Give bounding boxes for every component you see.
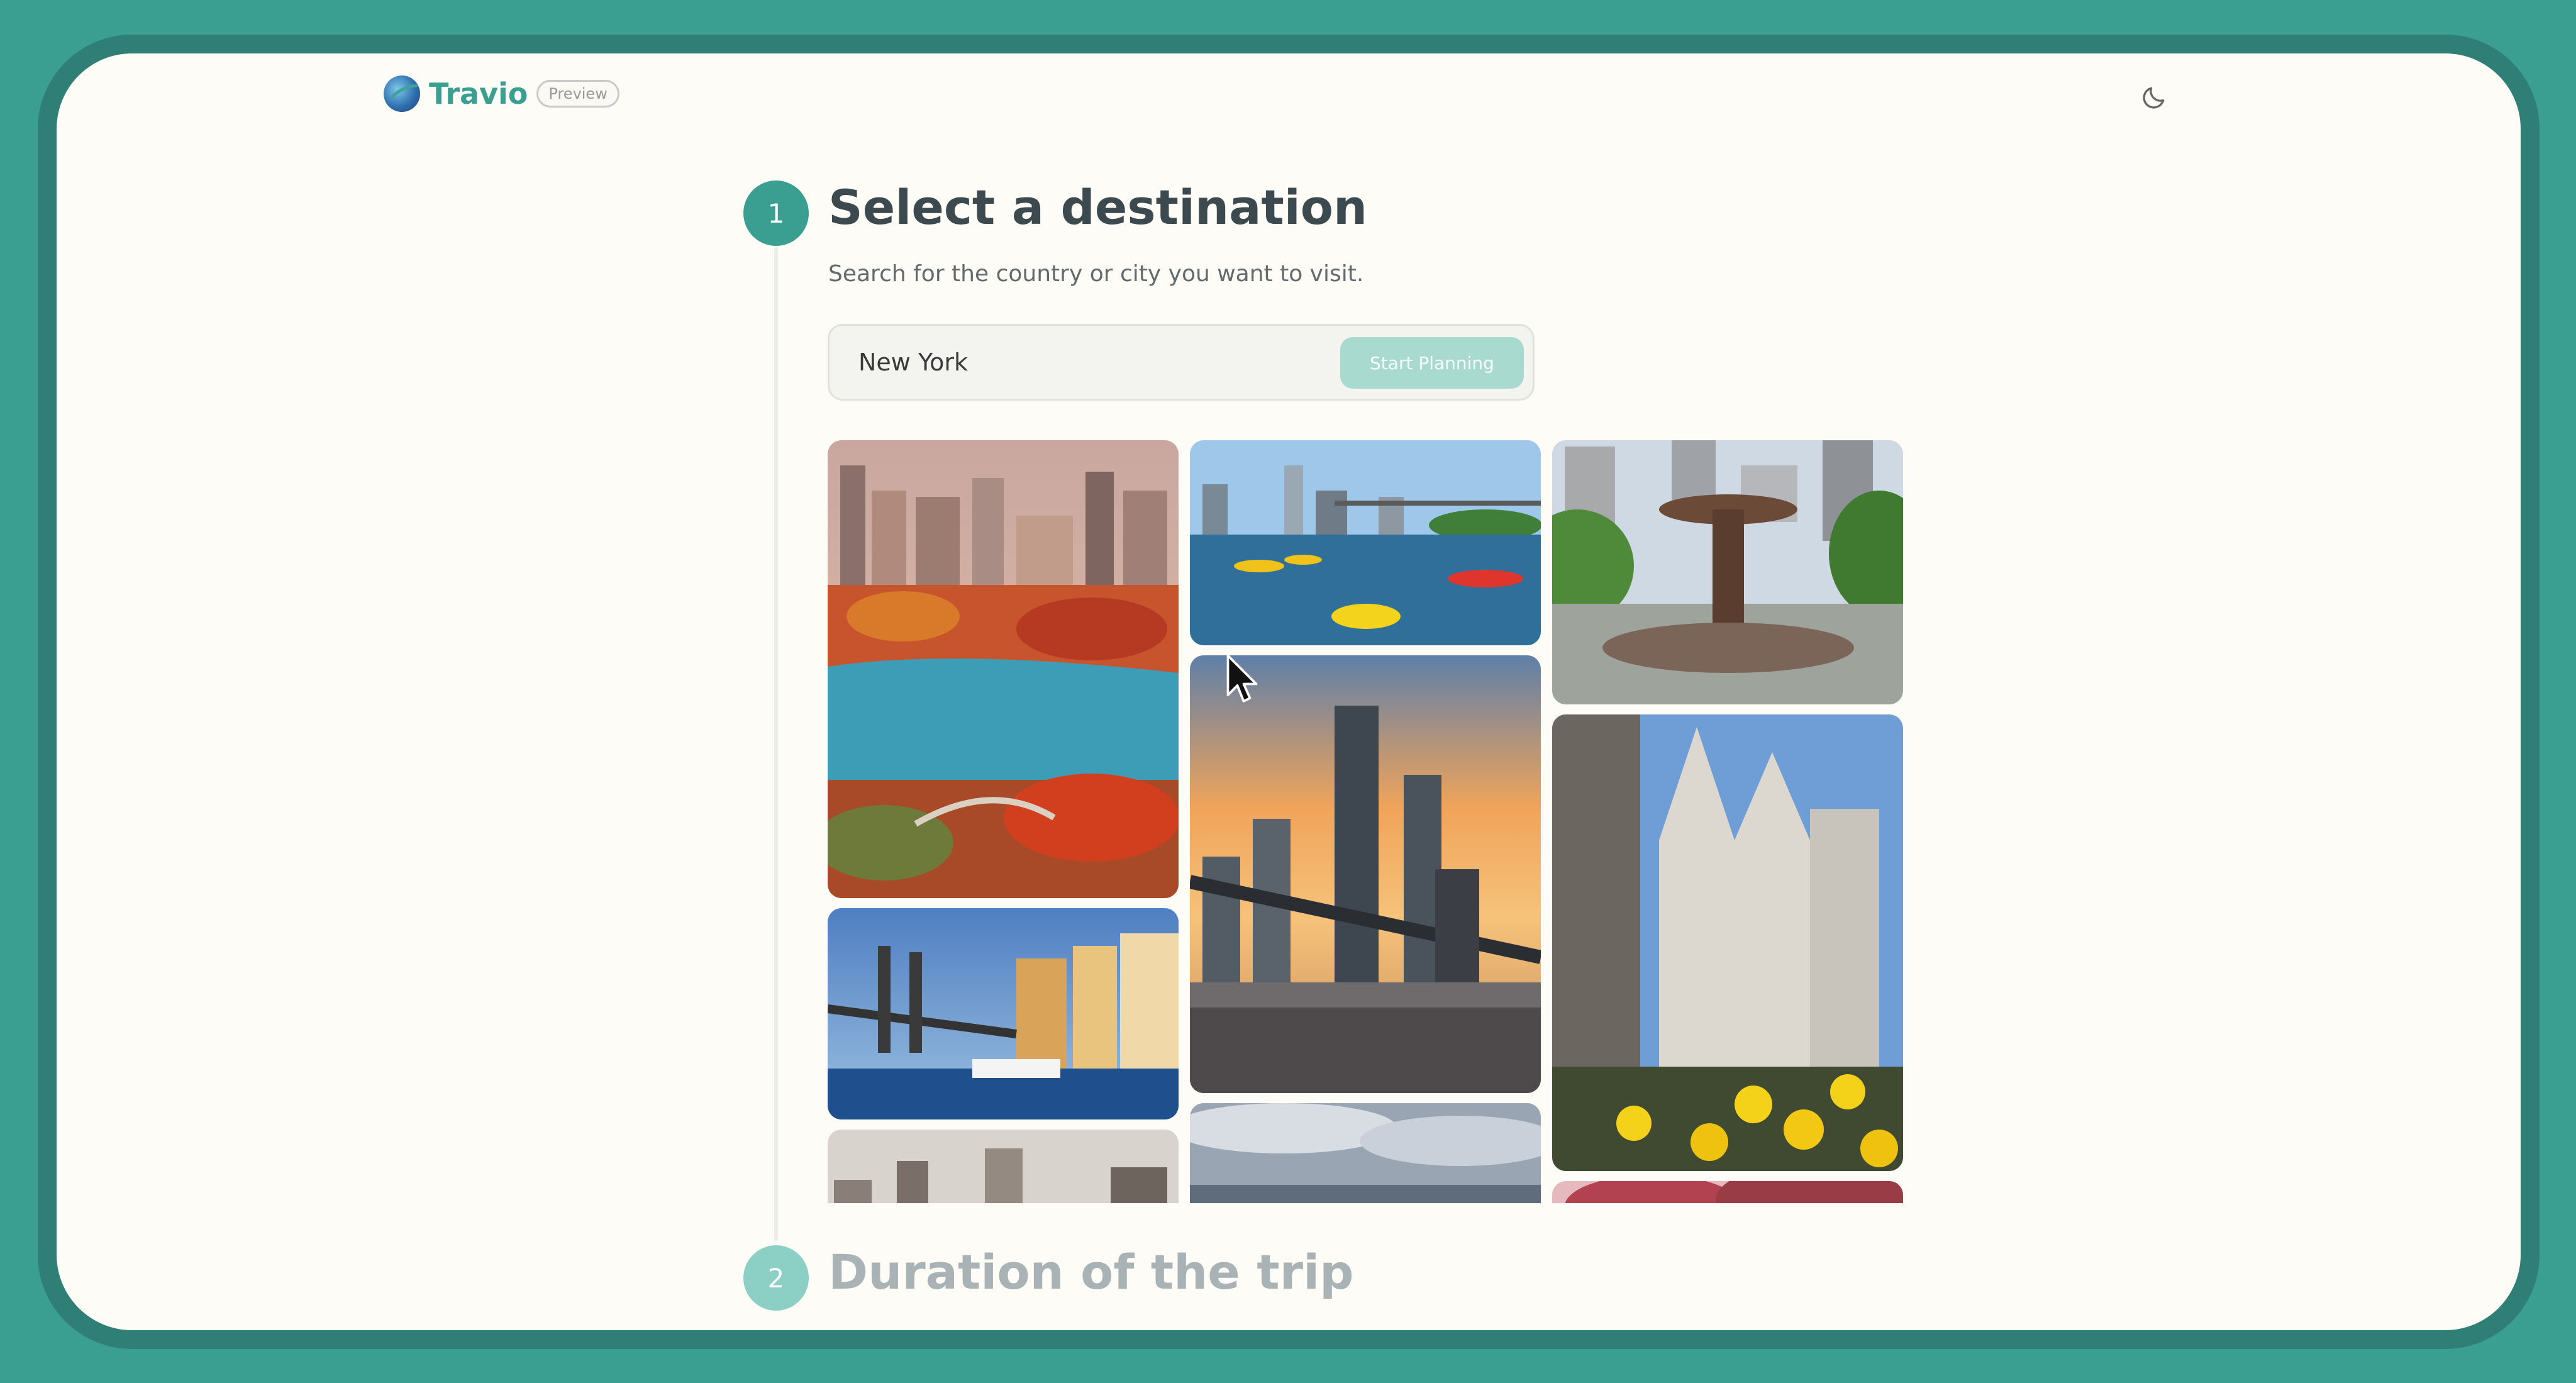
- step-1-title: Select a destination: [828, 179, 1368, 235]
- step-1-badge: 1: [743, 181, 809, 246]
- brand[interactable]: Travio Preview: [384, 75, 619, 112]
- moon-icon: [2143, 87, 2165, 109]
- app-window: Travio Preview 1 Select a destination Se…: [57, 53, 2521, 1330]
- globe-plane-icon: [384, 75, 420, 112]
- step-2-badge: 2: [743, 1245, 809, 1311]
- step-2-title: Duration of the trip: [828, 1244, 1354, 1300]
- photo-kayaking-hudson[interactable]: [1190, 440, 1541, 645]
- photo-manhattan-aerial[interactable]: [1190, 1103, 1541, 1203]
- photo-manhattan-bridge[interactable]: [828, 908, 1179, 1119]
- destination-search-input[interactable]: [858, 326, 1299, 399]
- photo-bryant-park-fountain[interactable]: [1552, 440, 1903, 704]
- mouse-cursor-icon: [1226, 654, 1258, 703]
- photo-central-park-autumn[interactable]: [828, 440, 1179, 898]
- photo-st-patricks-cathedral[interactable]: [1552, 714, 1903, 1171]
- photo-nyc-skyline-cloudy[interactable]: [828, 1130, 1179, 1203]
- brand-name: Travio: [429, 77, 528, 111]
- step-1-subtitle: Search for the country or city you want …: [828, 261, 1364, 287]
- destination-photo-gallery: [828, 440, 1960, 1203]
- theme-toggle-button[interactable]: [2135, 79, 2173, 116]
- photo-cherry-blossom[interactable]: [1552, 1181, 1903, 1203]
- step-connector-line: [774, 247, 778, 1241]
- destination-search: Start Planning: [828, 324, 1535, 401]
- start-planning-button[interactable]: Start Planning: [1340, 337, 1524, 389]
- photo-brooklyn-bridge-sunset[interactable]: [1190, 655, 1541, 1093]
- preview-badge: Preview: [536, 80, 619, 108]
